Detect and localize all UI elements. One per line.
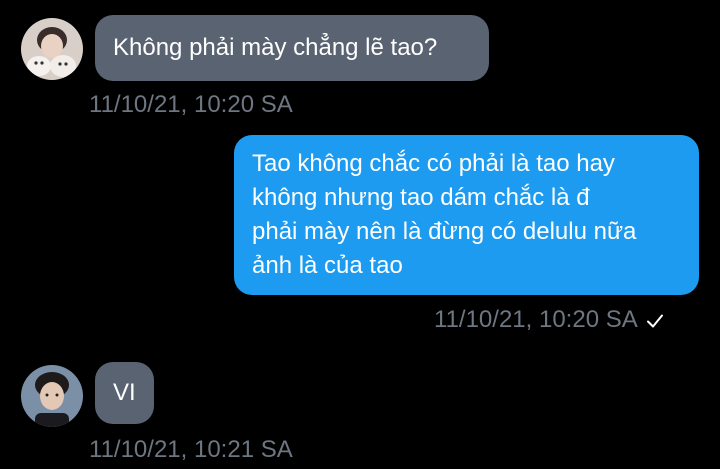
message-text-line: Tao không chắc có phải là tao hay: [252, 150, 615, 177]
message-bubble-received[interactable]: Không phải mày chẳng lẽ tao?: [95, 15, 489, 81]
message-timestamp: 11/10/21, 10:20 SA: [89, 91, 293, 118]
message-bubble-sent[interactable]: Tao không chắc có phải là tao hay không …: [234, 135, 699, 295]
message-timestamp: 11/10/21, 10:21 SA: [89, 436, 293, 463]
sender-avatar[interactable]: [21, 365, 83, 427]
message-text-line: phải mày nên là đừng có delulu nữa: [252, 218, 637, 245]
message-timestamp: 11/10/21, 10:20 SA: [434, 306, 638, 333]
message-text-line: không nhưng tao dám chắc là đ: [252, 184, 590, 211]
check-icon: [646, 308, 664, 336]
message-bubble-received[interactable]: VI: [95, 362, 154, 424]
message-text-line: ảnh là của tao: [252, 252, 403, 279]
message-text: Không phải mày chẳng lẽ tao?: [113, 34, 438, 61]
sender-avatar[interactable]: [21, 18, 83, 80]
message-status: 11/10/21, 10:20 SA: [434, 306, 664, 336]
message-text: VI: [113, 379, 136, 406]
